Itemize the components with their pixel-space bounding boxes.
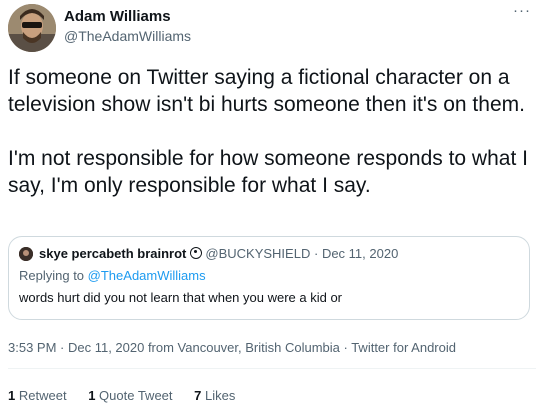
quote-tweets-stat[interactable]: 1 Quote Tweet [88, 388, 172, 403]
quote-tweets-label: Quote Tweet [99, 388, 173, 403]
likes-label: Likes [205, 388, 236, 403]
tweet-text: If someone on Twitter saying a fictional… [8, 64, 536, 226]
likes-stat[interactable]: 7 Likes [194, 388, 235, 403]
quote-replying-to: Replying to @TheAdamWilliams [19, 268, 206, 283]
quote-text: words hurt did you not learn that when y… [19, 290, 343, 305]
divider [8, 368, 536, 369]
replying-prefix: Replying to [19, 268, 85, 283]
quote-date[interactable]: Dec 11, 2020 [322, 246, 398, 261]
tweet: Adam Williams @TheAdamWilliams ··· If so… [0, 0, 540, 414]
quote-author-name[interactable]: skye percabeth brainrot [39, 246, 186, 261]
quoted-tweet[interactable]: skye percabeth brainrot @BUCKYSHIELD · De… [8, 236, 530, 320]
likes-count: 7 [194, 388, 202, 403]
engagement-stats: 1 Retweet 1 Quote Tweet 7 Likes [8, 388, 253, 403]
quote-avatar-image [19, 247, 33, 261]
author-handle[interactable]: @TheAdamWilliams [64, 28, 191, 44]
retweets-count: 1 [8, 388, 16, 403]
replying-to-link[interactable]: @TheAdamWilliams [88, 268, 206, 283]
tweet-timestamp[interactable]: 3:53 PM · Dec 11, 2020 from Vancouver, B… [8, 340, 456, 355]
retweets-stat[interactable]: 1 Retweet [8, 388, 67, 403]
tweet-paragraph: If someone on Twitter saying a fictional… [8, 66, 525, 116]
author-name[interactable]: Adam Williams [64, 8, 171, 25]
author-avatar[interactable] [8, 4, 56, 52]
quote-author-handle[interactable]: @BUCKYSHIELD [205, 246, 310, 261]
tweet-paragraph: I'm not responsible for how someone resp… [8, 147, 528, 197]
quote-tweets-count: 1 [88, 388, 96, 403]
more-dots-icon[interactable]: ··· [512, 3, 532, 22]
quote-separator: · [313, 246, 319, 261]
quote-header: skye percabeth brainrot @BUCKYSHIELD · De… [39, 246, 398, 261]
circle-badge-icon [190, 247, 203, 259]
retweets-label: Retweet [18, 388, 67, 403]
avatar-image [8, 4, 56, 52]
quote-avatar [19, 247, 33, 261]
